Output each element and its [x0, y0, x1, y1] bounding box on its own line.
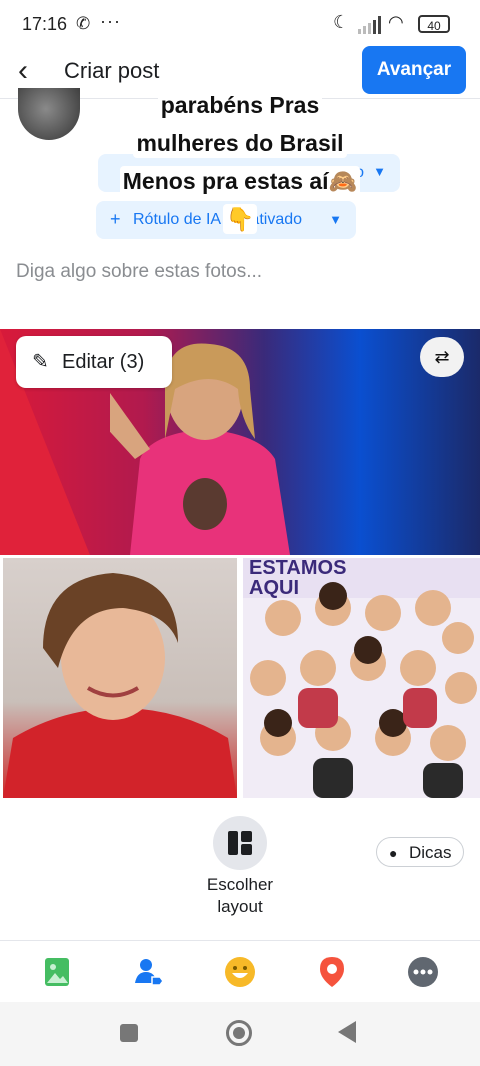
battery-icon: 40 — [418, 15, 450, 33]
pencil-icon: ✎ — [32, 351, 49, 373]
status-bar: 17:16 ✆ ··· ☾ ◠ 40 — [0, 0, 480, 50]
poster-text: ESTAMOS AQUI — [249, 558, 346, 598]
lightbulb-icon: ● — [389, 845, 398, 861]
photo-person — [3, 573, 237, 798]
signal-icon — [358, 16, 381, 34]
caption-line-1: parabéns Pras — [157, 90, 323, 120]
photo-icon[interactable] — [37, 952, 77, 992]
edit-photos-button[interactable]: ✎ Editar (3) — [16, 336, 172, 388]
photo-3[interactable]: ESTAMOS AQUI — [243, 558, 480, 798]
caption-line-3: Menos pra estas aí🙈 — [119, 166, 361, 196]
caption-overlay: parabéns Pras mulheres do Brasil Menos p… — [90, 86, 390, 238]
edit-label: Editar (3) — [62, 351, 145, 373]
layout-label-line1: Escolher — [206, 875, 274, 894]
back-arrow-icon[interactable]: ‹ — [18, 54, 28, 88]
feeling-icon[interactable] — [220, 952, 260, 992]
whatsapp-icon: ✆ — [76, 14, 91, 33]
swap-icon[interactable]: ⇄ — [420, 337, 464, 377]
choose-layout-label[interactable]: Escolher layout — [190, 874, 290, 918]
recent-apps-icon[interactable] — [120, 1024, 138, 1042]
more-icon[interactable] — [403, 952, 443, 992]
tag-people-icon[interactable] — [129, 952, 169, 992]
moon-icon: ☾ — [333, 12, 350, 32]
status-time: 17:16 — [22, 14, 68, 34]
caption-line-2: mulheres do Brasil — [133, 128, 347, 158]
choose-layout-button[interactable] — [213, 816, 267, 870]
post-text-input[interactable]: Diga algo sobre estas fotos... — [16, 261, 262, 283]
photo-2[interactable] — [3, 558, 237, 798]
home-icon[interactable] — [226, 1020, 252, 1046]
wifi-icon: ◠ — [388, 12, 404, 32]
status-more: ··· — [100, 11, 121, 31]
layout-label-line2: layout — [217, 897, 263, 916]
caption-line-4: 👇 — [222, 204, 258, 234]
tips-button[interactable]: ● Dicas — [376, 837, 464, 867]
location-icon[interactable] — [312, 952, 352, 992]
tips-label: Dicas — [409, 843, 452, 862]
page-title: Criar post — [64, 58, 160, 83]
avatar — [18, 88, 80, 140]
toolbar-divider — [0, 940, 480, 941]
back-triangle-icon[interactable] — [338, 1021, 356, 1043]
poster-text-line1: ESTAMOS — [249, 558, 347, 579]
poster-text-line2: AQUI — [249, 577, 299, 599]
layout-icon — [228, 831, 252, 855]
